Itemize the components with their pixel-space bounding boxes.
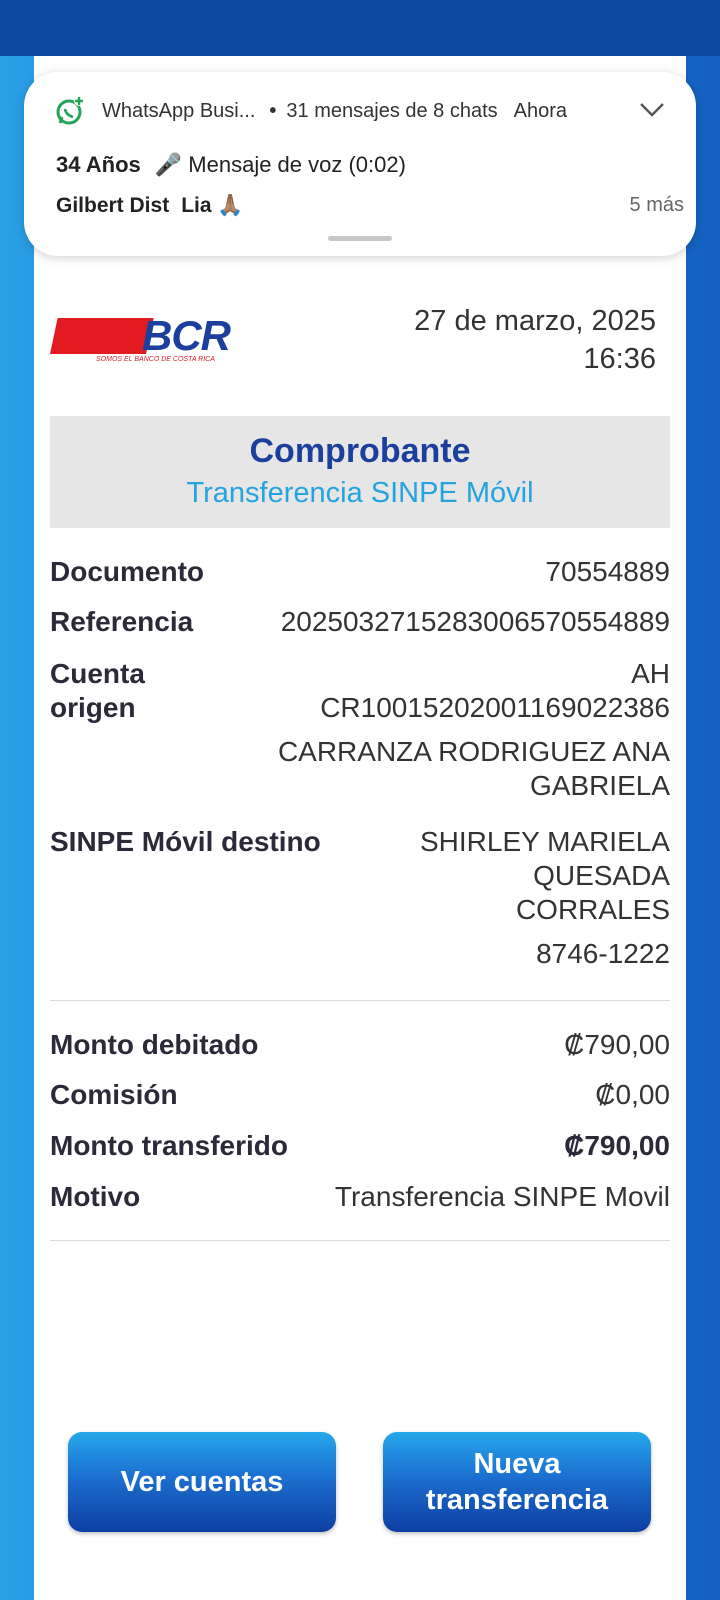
bcr-logo: BCR SOMOS EL BANCO DE COSTA RICA	[50, 312, 231, 374]
divider	[50, 1240, 670, 1241]
motivo-value: Transferencia SINPE Movil	[334, 1181, 670, 1212]
row-cuenta-origen: Cuenta origen AH CR10015202001169022386 …	[50, 657, 670, 801]
message-sender: Gilbert Dist	[56, 194, 170, 217]
separator-dot: •	[269, 99, 277, 122]
message-text: 🎤 Mensaje de voz (0:02)	[154, 152, 406, 177]
receipt-time: 16:36	[583, 343, 656, 375]
account-iban: CR10015202001169022386	[320, 692, 670, 723]
cuenta-label-line: Cuenta	[50, 658, 145, 689]
notification-header: WhatsApp Busi... • 31 mensajes de 8 chat…	[54, 96, 666, 126]
whatsapp-notification[interactable]: WhatsApp Busi... • 31 mensajes de 8 chat…	[24, 72, 696, 256]
logo-red-bar	[50, 318, 154, 354]
message-sender: 34 Años	[56, 152, 141, 177]
drag-handle[interactable]	[328, 236, 392, 241]
notification-time: Ahora	[513, 99, 568, 122]
message-text: Lia 🙏🏽	[181, 194, 244, 217]
status-bar	[0, 0, 720, 56]
referencia-value: 2025032715283006570554889	[280, 606, 670, 637]
origen-label-line: origen	[50, 692, 136, 723]
notification-message-1: 34 Años 🎤 Mensaje de voz (0:02)	[56, 152, 406, 178]
receipt-date: 27 de marzo, 2025	[414, 305, 656, 337]
cuenta-origen-label: Cuenta origen	[50, 657, 145, 725]
sinpe-destino-label: SINPE Móvil destino	[50, 826, 321, 857]
receipt-datetime: 27 de marzo, 2025 16:36	[414, 302, 656, 378]
logo-tagline: SOMOS EL BANCO DE COSTA RICA	[96, 356, 215, 363]
receipt-title: Comprobante	[249, 432, 471, 470]
comision-label: Comisión	[50, 1079, 178, 1110]
notification-more[interactable]: 5 más	[630, 194, 684, 217]
account-holder-line2: GABRIELA	[529, 770, 670, 801]
divider	[50, 1000, 670, 1001]
account-holder-line1: CARRANZA RODRIGUEZ ANA	[277, 736, 670, 767]
whatsapp-business-icon	[56, 96, 84, 125]
referencia-label: Referencia	[50, 606, 194, 637]
nueva-label-line1: Nueva	[473, 1448, 561, 1480]
documento-value: 70554889	[545, 556, 670, 587]
sinpe-destino-value: SHIRLEY MARIELA QUESADA CORRALES 8746-12…	[420, 825, 670, 971]
notification-summary: 31 mensajes de 8 chats	[286, 99, 498, 122]
nueva-transferencia-button[interactable]: Nueva transferencia	[383, 1432, 651, 1532]
monto-transferido-value: ₡790,00	[564, 1130, 670, 1161]
motivo-label: Motivo	[50, 1181, 141, 1212]
cuenta-origen-value: AH CR10015202001169022386 CARRANZA RODRI…	[278, 657, 670, 803]
ver-cuentas-label: Ver cuentas	[120, 1466, 284, 1498]
logo-text: BCR	[142, 312, 231, 359]
notification-message-2: Gilbert Dist Lia 🙏🏽	[56, 194, 244, 218]
receipt-subtitle: Transferencia SINPE Móvil	[186, 477, 534, 509]
comision-value: ₡0,00	[595, 1079, 670, 1110]
documento-label: Documento	[50, 556, 204, 587]
notification-app-name: WhatsApp Busi...	[102, 99, 256, 122]
monto-transferido-label: Monto transferido	[50, 1130, 288, 1161]
recipient-name-line1: SHIRLEY MARIELA	[419, 826, 670, 857]
recipient-phone: 8746-1222	[536, 938, 670, 969]
recipient-name-line2: QUESADA	[533, 860, 670, 891]
chevron-down-icon[interactable]	[638, 98, 666, 122]
receipt-banner: Comprobante Transferencia SINPE Móvil	[50, 416, 670, 528]
recipient-name-line3: CORRALES	[515, 894, 670, 925]
monto-debitado-label: Monto debitado	[50, 1029, 259, 1060]
row-sinpe-destino: SINPE Móvil destino SHIRLEY MARIELA QUES…	[50, 825, 670, 969]
account-type: AH	[631, 658, 670, 689]
nueva-label-line2: transferencia	[425, 1484, 609, 1516]
ver-cuentas-button[interactable]: Ver cuentas	[68, 1432, 336, 1532]
monto-debitado-value: ₡790,00	[564, 1029, 670, 1060]
